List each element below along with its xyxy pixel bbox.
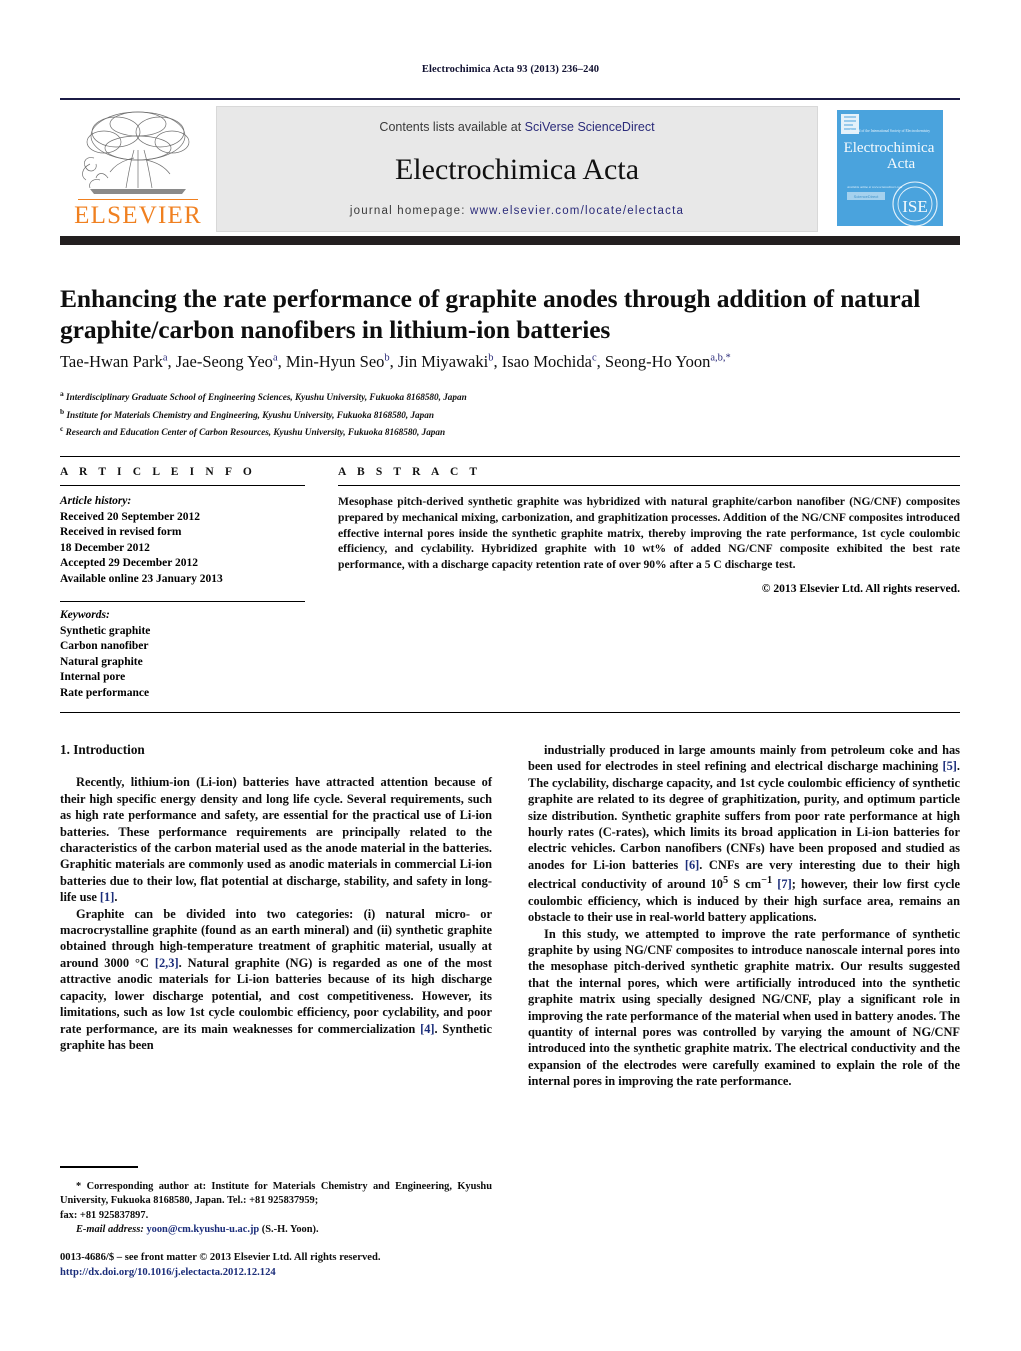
journal-title: Electrochimica Acta <box>394 153 640 186</box>
abstract-heading: A B S T R A C T <box>338 466 482 478</box>
svg-text:ISE: ISE <box>902 197 928 216</box>
abstract-copyright: © 2013 Elsevier Ltd. All rights reserved… <box>761 581 960 595</box>
journal-homepage-line: journal homepage: www.elsevier.com/locat… <box>217 205 817 217</box>
journal-cover-thumbnail: Journal of the International Society of … <box>823 106 956 230</box>
affiliation-item: a Interdisciplinary Graduate School of E… <box>60 389 467 403</box>
corresponding-author-footnote: * Corresponding author at: Institute for… <box>60 1180 492 1238</box>
body-column-left: 1. Introduction Recently, lithium-ion (L… <box>60 742 492 1053</box>
masthead-top-rule <box>60 98 960 100</box>
affiliation-marker: b <box>60 406 65 416</box>
doi-link[interactable]: http://dx.doi.org/10.1016/j.electacta.20… <box>60 1265 520 1280</box>
abstract-text: Mesophase pitch-derived synthetic graphi… <box>338 495 960 572</box>
article-info-heading: A R T I C L E I N F O <box>60 466 256 478</box>
issn-line: 0013-4686/$ – see front matter © 2013 El… <box>60 1252 381 1263</box>
journal-homepage-link[interactable]: www.elsevier.com/locate/electacta <box>470 205 684 217</box>
journal-masthead: ELSEVIER Contents lists available at Sci… <box>60 98 960 233</box>
keywords-list: Synthetic graphite Carbon nanofiber Natura… <box>60 624 305 702</box>
affiliation-marker: c <box>60 424 64 434</box>
svg-text:Acta: Acta <box>887 156 916 172</box>
svg-text:ScienceDirect: ScienceDirect <box>854 194 880 199</box>
elsevier-wordmark: ELSEVIER <box>74 202 202 229</box>
frontmatter-block: 0013-4686/$ – see front matter © 2013 El… <box>60 1250 520 1280</box>
paragraph-intro-3: industrially produced in large amounts m… <box>528 743 960 925</box>
keyword-item: Internal pore <box>60 671 126 683</box>
section-heading-introduction: 1. Introduction <box>60 742 145 757</box>
email-label: E-mail address: <box>76 1224 144 1236</box>
abstract-rule <box>338 485 960 486</box>
footnote-rule <box>60 1166 138 1168</box>
paper-page: Electrochimica Acta 93 (2013) 236–240 EL… <box>0 0 1021 1351</box>
article-history-item: Received in revised form <box>60 526 182 538</box>
body-column-right: industrially produced in large amounts m… <box>528 742 960 1090</box>
affiliation-list: a Interdisciplinary Graduate School of E… <box>60 387 950 440</box>
keywords-rule <box>60 601 305 602</box>
article-info-column: A R T I C L E I N F O Article history: R… <box>60 466 305 701</box>
running-head: Electrochimica Acta 93 (2013) 236–240 <box>421 64 600 75</box>
sciencedirect-link[interactable]: SciVerse ScienceDirect <box>525 120 655 134</box>
homepage-prefix: journal homepage: <box>349 205 470 217</box>
email-link[interactable]: yoon@cm.kyushu-u.ac.jp <box>146 1224 259 1235</box>
elsevier-tree-icon <box>82 111 190 194</box>
journal-title-box: Contents lists available at SciVerse Sci… <box>216 106 818 232</box>
elsevier-wordmark-rule <box>78 199 198 200</box>
paragraph-intro-2: Graphite can be divided into two categor… <box>60 906 492 1052</box>
abstract-column: A B S T R A C T Mesophase pitch-derived … <box>338 466 960 595</box>
article-info-rule <box>60 485 305 486</box>
paragraph-intro-4: In this study, we attempted to improve t… <box>528 926 960 1089</box>
article-history-list: Received 20 September 2012 Received in re… <box>60 510 305 588</box>
svg-text:Electrochimica: Electrochimica <box>844 140 935 156</box>
keywords-block: Keywords: Synthetic graphite Carbon nanof… <box>60 601 305 701</box>
corresponding-author-text: * Corresponding author at: Institute for… <box>60 1181 492 1221</box>
keyword-item: Rate performance <box>60 686 150 699</box>
keyword-item: Carbon nanofiber <box>60 640 149 652</box>
journal-cover-image: Journal of the International Society of … <box>823 106 956 230</box>
article-history-item: 18 December 2012 <box>60 541 150 554</box>
contents-prefix: Contents lists available at <box>379 120 525 134</box>
article-history-label: Article history: <box>60 495 132 507</box>
affiliation-marker: a <box>60 389 64 398</box>
svg-text:Available online at www.scienc: Available online at www.sciencedirect.co… <box>847 185 903 189</box>
masthead-dark-bar <box>60 236 960 245</box>
affiliation-item: c Research and Education Center of Carbo… <box>60 424 446 438</box>
keywords-label: Keywords: <box>60 609 110 621</box>
keyword-item: Synthetic graphite <box>60 624 151 637</box>
band-bottom-rule <box>60 712 960 713</box>
contents-available-line: Contents lists available at SciVerse Sci… <box>217 120 817 134</box>
article-history-item: Received 20 September 2012 <box>60 510 200 523</box>
article-history-item: Accepted 29 December 2012 <box>60 557 199 569</box>
affiliation-item: b Institute for Materials Chemistry and … <box>60 406 434 420</box>
paragraph-intro-1: Recently, lithium-ion (Li-ion) batteries… <box>60 775 492 905</box>
keyword-item: Natural graphite <box>60 655 143 668</box>
page-title: Enhancing the rate performance of graphi… <box>60 284 921 344</box>
band-top-rule <box>60 456 960 457</box>
email-suffix: (S.-H. Yoon). <box>259 1224 319 1236</box>
svg-text:Journal of the International S: Journal of the International Society of … <box>850 129 930 133</box>
author-list: Tae-Hwan Parka, Jae-Seong Yeoa, Min-Hyun… <box>60 352 731 371</box>
article-history-item: Available online 23 January 2013 <box>60 572 223 585</box>
elsevier-logo: ELSEVIER <box>64 106 212 230</box>
